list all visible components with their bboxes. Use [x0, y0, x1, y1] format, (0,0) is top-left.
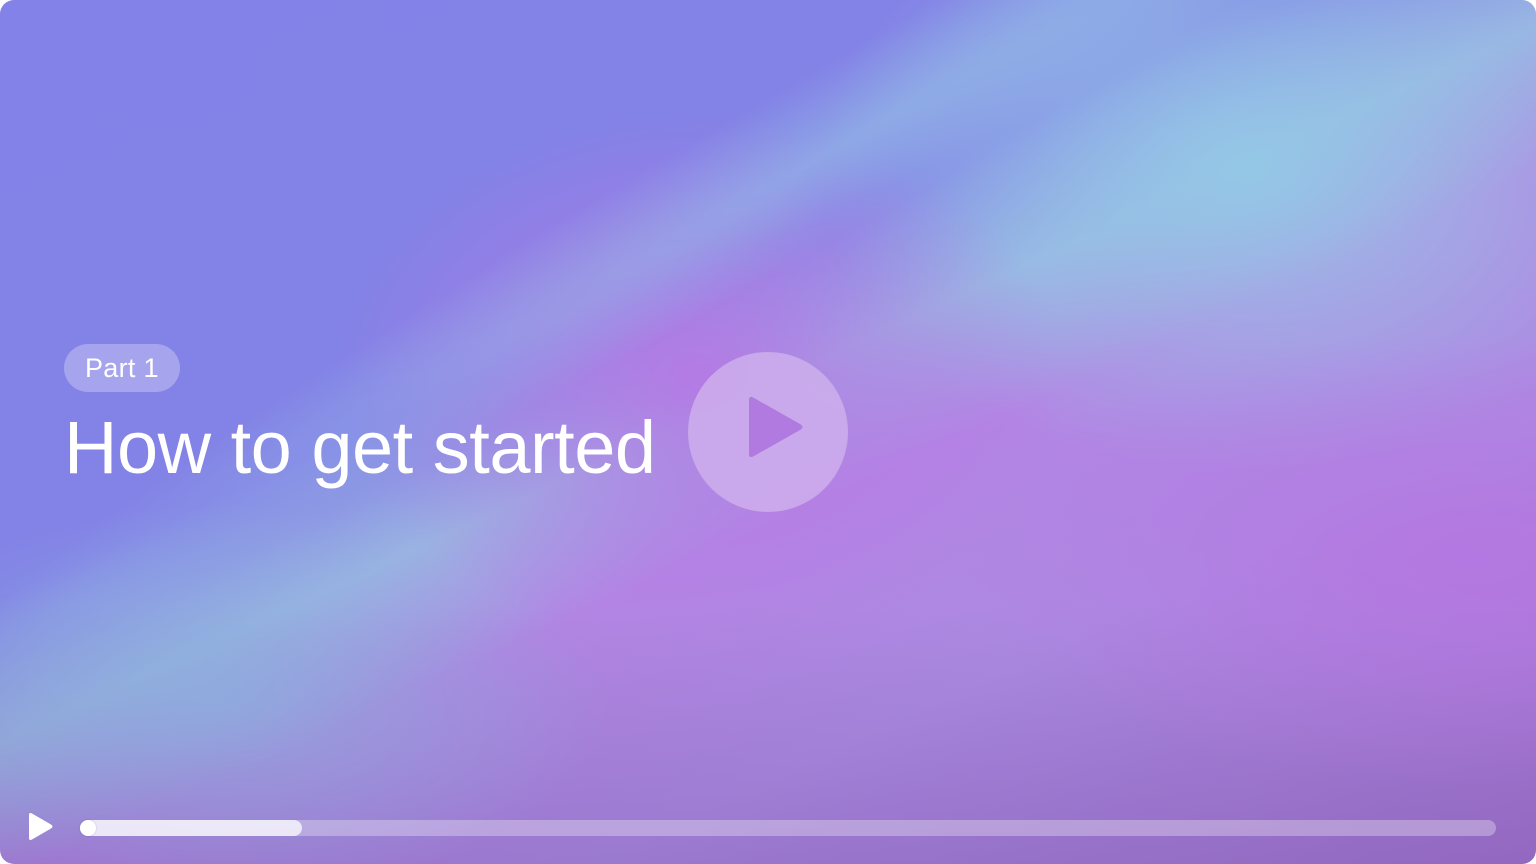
control-play-button[interactable]: [26, 812, 54, 842]
center-play-button[interactable]: [688, 352, 848, 512]
playback-controls: [0, 784, 1536, 864]
play-icon: [29, 813, 53, 840]
play-icon: [749, 396, 803, 458]
progress-thumb[interactable]: [80, 820, 96, 836]
video-player[interactable]: Part 1 How to get started: [0, 0, 1536, 864]
video-title-block: Part 1 How to get started: [64, 344, 656, 490]
progress-fill: [80, 820, 303, 836]
video-title: How to get started: [64, 406, 656, 489]
part-badge: Part 1: [64, 344, 180, 392]
progress-track[interactable]: [80, 820, 1496, 836]
